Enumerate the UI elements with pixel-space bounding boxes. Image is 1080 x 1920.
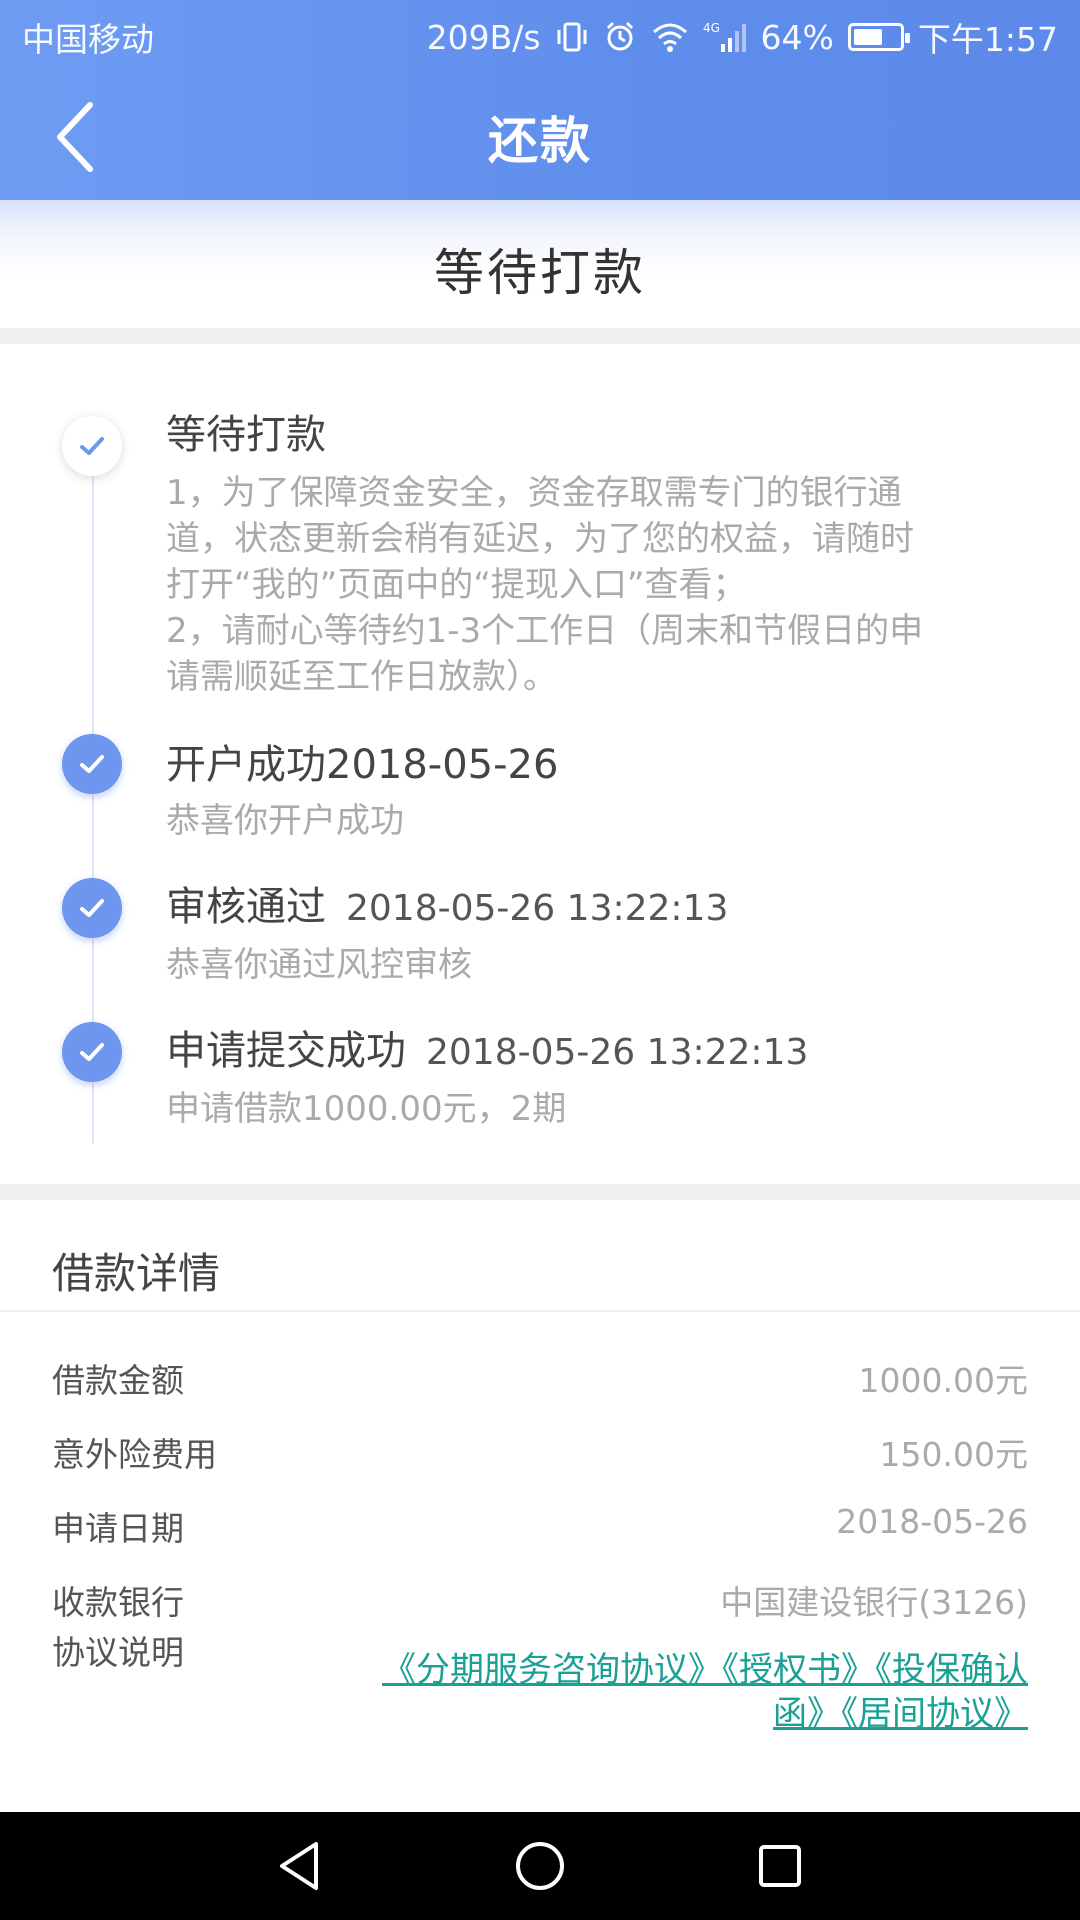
nav-bar: 还款 xyxy=(0,74,1080,200)
page-title: 还款 xyxy=(488,112,592,170)
step-description: 恭喜你通过风控审核 xyxy=(166,945,472,985)
alarm-icon xyxy=(603,20,637,54)
agreement-links: 《分期服务咨询协议》《授权书》《投保确认 函》《居间协议》 xyxy=(288,1648,1028,1736)
status-title: 等待打款 xyxy=(434,244,646,302)
check-icon xyxy=(80,899,104,917)
step-status-icon xyxy=(62,1022,122,1082)
row-value: 150.00元 xyxy=(879,1435,1028,1474)
progress-timeline: 等待打款 1，为了保障资金安全，资金存取需专门的银行通 道，状态更新会稍有延迟，… xyxy=(0,344,1080,1184)
step-timestamp: 2018-05-26 13:22:13 xyxy=(346,888,729,929)
row-label: 申请日期 xyxy=(52,1509,184,1548)
step-title: 等待打款 xyxy=(166,412,326,458)
network-speed: 209B/s xyxy=(426,17,541,57)
battery-fill xyxy=(853,29,883,45)
battery-icon xyxy=(847,23,910,51)
signal-4g-icon: 4G xyxy=(703,20,747,54)
battery-percent: 64% xyxy=(760,17,834,57)
circle-home-icon xyxy=(516,1842,564,1890)
step-title: 开户成功2018-05-26 xyxy=(166,742,559,788)
status-bar: 中国移动 209B/s 4G 64% 下午1:57 xyxy=(0,0,1080,74)
agreement-link-line2[interactable]: 函》《居间协议》 xyxy=(288,1692,1028,1736)
loan-details: 借款详情 借款金额 1000.00元 意外险费用 150.00元 申请日期 20… xyxy=(0,1200,1080,1812)
step-description: 恭喜你开户成功 xyxy=(166,801,404,841)
desc-line: 1，为了保障资金安全，资金存取需专门的银行通 xyxy=(166,473,902,513)
check-icon xyxy=(80,1043,104,1061)
step-timestamp: 2018-05-26 13:22:13 xyxy=(426,1032,809,1073)
back-button[interactable] xyxy=(30,92,120,182)
step-description: 1，为了保障资金安全，资金存取需专门的银行通 道，状态更新会稍有延迟，为了您的权… xyxy=(166,470,923,700)
step-status-icon xyxy=(62,416,122,476)
row-label: 收款银行 xyxy=(52,1583,184,1622)
step-status-icon xyxy=(62,878,122,938)
system-home-button[interactable] xyxy=(495,1821,585,1911)
desc-line: 打开“我的”页面中的“提现入口”查看； xyxy=(166,565,747,605)
desc-line: 2，请耐心等待约1-3个工作日（周末和节假日的申 xyxy=(166,611,924,651)
row-label: 协议说明 xyxy=(52,1633,184,1672)
step-description: 申请借款1000.00元，2期 xyxy=(166,1089,567,1129)
system-recents-button[interactable] xyxy=(735,1821,825,1911)
row-label: 意外险费用 xyxy=(52,1435,217,1474)
check-icon xyxy=(80,437,104,455)
system-back-button[interactable] xyxy=(255,1821,345,1911)
status-banner: 等待打款 xyxy=(0,200,1080,328)
detail-row-loan-amount: 借款金额 1000.00元 xyxy=(52,1354,1028,1414)
wifi-icon xyxy=(651,20,689,54)
desc-line: 道，状态更新会稍有延迟，为了您的权益，请随时 xyxy=(166,519,914,559)
step-status-icon xyxy=(62,734,122,794)
svg-text:4G: 4G xyxy=(703,21,720,35)
chevron-left-icon xyxy=(57,102,93,172)
triangle-back-icon xyxy=(280,1842,318,1890)
step-title: 申请提交成功 2018-05-26 13:22:13 xyxy=(166,1018,808,1076)
vibrate-icon xyxy=(555,20,589,54)
step-title-text: 申请提交成功 xyxy=(166,1028,406,1074)
carrier-label: 中国移动 xyxy=(22,20,154,59)
detail-row-apply-date: 申请日期 2018-05-26 xyxy=(52,1502,1028,1562)
details-divider xyxy=(0,1310,1080,1312)
row-label: 借款金额 xyxy=(52,1361,184,1400)
section-divider xyxy=(0,1184,1080,1200)
square-recents-icon xyxy=(759,1845,801,1887)
system-nav-bar xyxy=(0,1812,1080,1920)
agreement-link-line1[interactable]: 《分期服务咨询协议》《授权书》《投保确认 xyxy=(288,1648,1028,1692)
step-title-text: 审核通过 xyxy=(166,884,326,930)
row-value: 1000.00元 xyxy=(858,1361,1028,1400)
desc-line: 请需顺延至工作日放款）。 xyxy=(166,657,557,697)
clock: 下午1:57 xyxy=(917,20,1058,59)
row-value: 2018-05-26 xyxy=(836,1502,1028,1541)
app-header: 中国移动 209B/s 4G 64% 下午1:57 还款 xyxy=(0,0,1080,200)
row-value: 中国建设银行(3126) xyxy=(720,1583,1028,1622)
details-title: 借款详情 xyxy=(52,1249,221,1298)
status-icons: 209B/s 4G 64% 下午1:57 xyxy=(427,13,1058,61)
section-divider xyxy=(0,328,1080,344)
check-icon xyxy=(80,755,104,773)
detail-row-insurance-fee: 意外险费用 150.00元 xyxy=(52,1428,1028,1488)
step-title: 审核通过 2018-05-26 13:22:13 xyxy=(166,874,728,932)
